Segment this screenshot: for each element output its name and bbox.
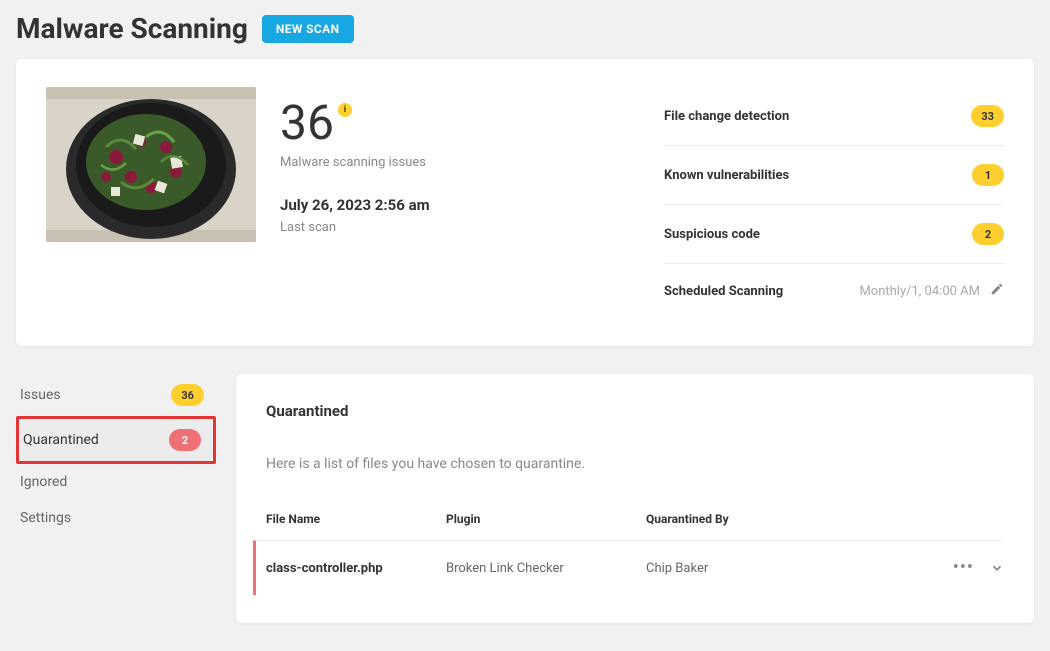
schedule-label: Scheduled Scanning (664, 284, 783, 299)
stat-row-schedule: Scheduled Scanning Monthly/1, 04:00 AM (664, 264, 1004, 318)
table-row[interactable]: class-controller.php Broken Link Checker… (253, 540, 1004, 595)
stat-row-vulnerabilities: Known vulnerabilities 1 (664, 146, 1004, 205)
stat-count-badge: 2 (972, 223, 1004, 245)
last-scan-label: Last scan (280, 220, 640, 235)
sidebar-item-label: Ignored (20, 474, 67, 490)
issues-label: Malware scanning issues (280, 155, 640, 170)
chevron-down-icon[interactable] (990, 561, 1004, 575)
stat-count-badge: 1 (972, 164, 1004, 186)
sidebar-item-issues[interactable]: Issues 36 (16, 374, 216, 416)
col-header-by: Quarantined By (646, 512, 934, 526)
info-icon[interactable]: i (338, 103, 352, 117)
sidebar-item-ignored[interactable]: Ignored (16, 464, 216, 500)
sidebar-count-badge: 36 (171, 384, 204, 406)
sidebar-item-settings[interactable]: Settings (16, 500, 216, 536)
col-header-plugin: Plugin (446, 512, 646, 526)
page-title: Malware Scanning (16, 12, 248, 45)
stat-row-file-change: File change detection 33 (664, 87, 1004, 146)
stat-label: Suspicious code (664, 227, 760, 242)
cell-by: Chip Baker (646, 561, 934, 576)
last-scan-date: July 26, 2023 2:56 am (280, 196, 640, 214)
quarantine-panel: Quarantined Here is a list of files you … (236, 374, 1034, 623)
panel-description: Here is a list of files you have chosen … (266, 456, 1004, 472)
cell-filename: class-controller.php (266, 561, 446, 576)
summary-stats-left: 36 i Malware scanning issues July 26, 20… (280, 87, 640, 318)
stat-label: File change detection (664, 109, 789, 124)
col-header-filename: File Name (266, 512, 446, 526)
sidebar-item-label: Issues (20, 387, 61, 403)
more-icon[interactable]: ••• (953, 559, 974, 577)
highlighted-sidebar-box: Quarantined 2 (16, 416, 216, 464)
new-scan-button[interactable]: NEW SCAN (262, 15, 354, 43)
stat-label: Known vulnerabilities (664, 168, 789, 183)
issue-count: 36 (280, 99, 334, 147)
sidebar-item-quarantined[interactable]: Quarantined 2 (19, 419, 213, 461)
stat-count-badge: 33 (971, 105, 1004, 127)
summary-stats-right: File change detection 33 Known vulnerabi… (664, 87, 1004, 318)
stat-row-suspicious: Suspicious code 2 (664, 205, 1004, 264)
cell-plugin: Broken Link Checker (446, 561, 646, 576)
pencil-icon[interactable] (990, 282, 1004, 300)
sidebar-count-badge: 2 (169, 429, 201, 451)
page-header: Malware Scanning NEW SCAN (16, 12, 1034, 45)
table-header: File Name Plugin Quarantined By (266, 502, 1004, 540)
sidebar: Issues 36 Quarantined 2 Ignored Settings (16, 374, 216, 623)
summary-thumbnail (46, 87, 256, 242)
schedule-value: Monthly/1, 04:00 AM (859, 284, 980, 299)
sidebar-item-label: Quarantined (23, 432, 99, 448)
sidebar-item-label: Settings (20, 510, 71, 526)
summary-card: 36 i Malware scanning issues July 26, 20… (16, 59, 1034, 346)
panel-title: Quarantined (266, 402, 1004, 420)
